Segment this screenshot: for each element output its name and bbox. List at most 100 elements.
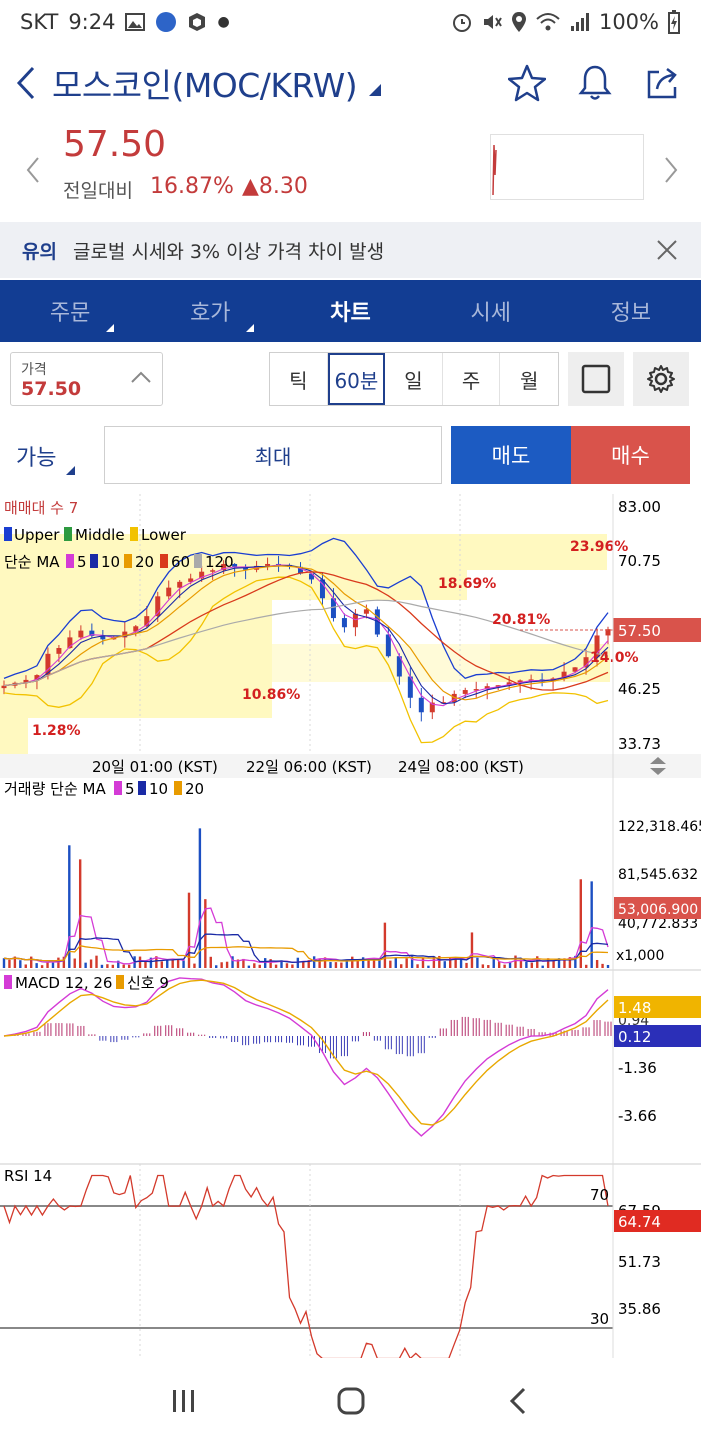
annotation: 14.0% [590, 650, 639, 666]
volume-bar [51, 962, 55, 968]
tab-orderbook[interactable]: 호가 [140, 280, 280, 342]
volume-bar [405, 958, 408, 968]
volume-bar [122, 964, 125, 968]
price-select[interactable]: 가격 57.50 [10, 352, 163, 406]
volume-bar [400, 964, 403, 968]
legend-vol-ma10: 10 [149, 780, 168, 798]
tab-info[interactable]: 정보 [561, 280, 701, 342]
volume-bar [465, 962, 468, 968]
volume-bar [209, 956, 212, 968]
tab-quotes[interactable]: 시세 [421, 280, 561, 342]
fullscreen-button[interactable] [568, 352, 624, 406]
location-icon [511, 12, 526, 32]
available-label[interactable]: 가능 [16, 440, 56, 472]
period-day[interactable]: 일 [385, 353, 443, 405]
volume-bar [503, 964, 506, 968]
more-dot-icon: ● [217, 14, 230, 30]
period-60min[interactable]: 60분 [327, 353, 386, 405]
chart-canvas[interactable]: 매매대 수 7 Upper Middle Lower 단순 MA 5 10 20… [0, 494, 701, 1358]
legend-ma-label: 단순 MA [4, 553, 60, 571]
rsi-panel: RSI 14 70 67.59 64.74 51.73 35.86 30 [0, 1164, 701, 1358]
legend-lower: Lower [141, 526, 187, 544]
notice-tag: 유의 [22, 240, 57, 263]
chevron-right-icon [665, 157, 678, 183]
price-select-label: 가격 [21, 362, 47, 378]
volume-bar [536, 956, 539, 968]
back-nav-button[interactable] [498, 1381, 538, 1421]
volume-legend: 거래량 단순 MA [4, 780, 106, 798]
back-button[interactable] [0, 52, 52, 114]
volume-bar [30, 956, 33, 968]
current-price: 57.50 [63, 124, 167, 165]
volume-bar [176, 959, 180, 968]
volume-bar [312, 956, 316, 968]
volume-bar [274, 964, 278, 968]
legend-ma120: 120 [205, 553, 234, 571]
x-tick: 22일 06:00 (KST) [246, 758, 372, 776]
y-tick: 122,318.465 [618, 819, 701, 835]
macd-signal-legend: 신호 9 [127, 974, 169, 992]
current-volume-label: 53,006.900 [618, 902, 698, 918]
share-button[interactable] [641, 61, 685, 105]
candle [418, 697, 424, 713]
available-dropdown-icon[interactable] [66, 466, 75, 475]
title-dropdown-icon[interactable] [369, 84, 382, 96]
volume-bar [351, 956, 354, 968]
rsi-polyline [3, 1174, 609, 1358]
change-label: 전일대비 [63, 180, 133, 202]
app-notification-icon [156, 12, 177, 32]
volume-bar [138, 956, 142, 968]
wifi-icon [536, 13, 560, 31]
app-header: 모스코인(MOC/KRW) [0, 52, 701, 114]
settings-button[interactable] [633, 352, 689, 406]
y-tick: -3.66 [618, 1107, 657, 1125]
page-title[interactable]: 모스코인(MOC/KRW) [52, 59, 358, 107]
period-week[interactable]: 주 [443, 353, 501, 405]
signal-icon [570, 13, 589, 31]
tab-order[interactable]: 주문 [0, 280, 140, 342]
signal-line [3, 979, 609, 1126]
volume-bar [100, 964, 104, 968]
rsi-legend: RSI 14 [4, 1167, 52, 1185]
alert-button[interactable] [573, 61, 617, 105]
volume-bar [89, 959, 93, 968]
bell-icon [578, 65, 612, 100]
notice-close-button[interactable] [653, 236, 681, 264]
period-selector: 틱 60분 일 주 월 [269, 352, 559, 406]
legend-upper: Upper [14, 526, 60, 544]
square-icon [581, 364, 611, 394]
gallery-icon [125, 13, 146, 31]
macd-lines [3, 977, 609, 1137]
tab-chart[interactable]: 차트 [280, 280, 420, 342]
volume-bar [40, 965, 44, 968]
period-tick[interactable]: 틱 [270, 353, 328, 405]
volume-bar [492, 958, 495, 968]
tab-orderbook-label: 호가 [190, 301, 231, 326]
bb-legend: Upper Middle Lower [4, 526, 187, 544]
shield-icon [189, 13, 206, 31]
star-icon [508, 64, 546, 102]
carrier: SKT [20, 10, 59, 34]
status-time: 9:24 [68, 10, 116, 34]
x-tick: 24일 08:00 (KST) [398, 758, 524, 776]
chart-area[interactable]: 매매대 수 7 Upper Middle Lower 단순 MA 5 10 20… [0, 494, 701, 1358]
legend-ma60: 60 [171, 553, 190, 571]
next-coin-button[interactable] [656, 150, 686, 190]
status-bar: SKT 9:24 ● 100% [0, 0, 701, 44]
home-button[interactable] [331, 1381, 371, 1421]
volume-bar [329, 962, 332, 968]
favorite-button[interactable] [505, 61, 549, 105]
period-month[interactable]: 월 [500, 353, 558, 405]
max-button[interactable]: 최대 [104, 426, 442, 484]
buy-button[interactable]: 매수 [571, 426, 690, 484]
recent-apps-icon [172, 1390, 194, 1412]
volume-bar [285, 963, 289, 968]
mini-chart [490, 134, 644, 200]
prev-coin-button[interactable] [18, 150, 48, 190]
recent-apps-button[interactable] [164, 1381, 204, 1421]
tab-chart-label: 차트 [330, 301, 371, 326]
macd-value: 1.48 [618, 999, 651, 1017]
sell-button[interactable]: 매도 [451, 426, 571, 484]
order-row: 가능 최대 매도 매수 [0, 424, 701, 486]
y-tick: 70.75 [618, 552, 661, 570]
